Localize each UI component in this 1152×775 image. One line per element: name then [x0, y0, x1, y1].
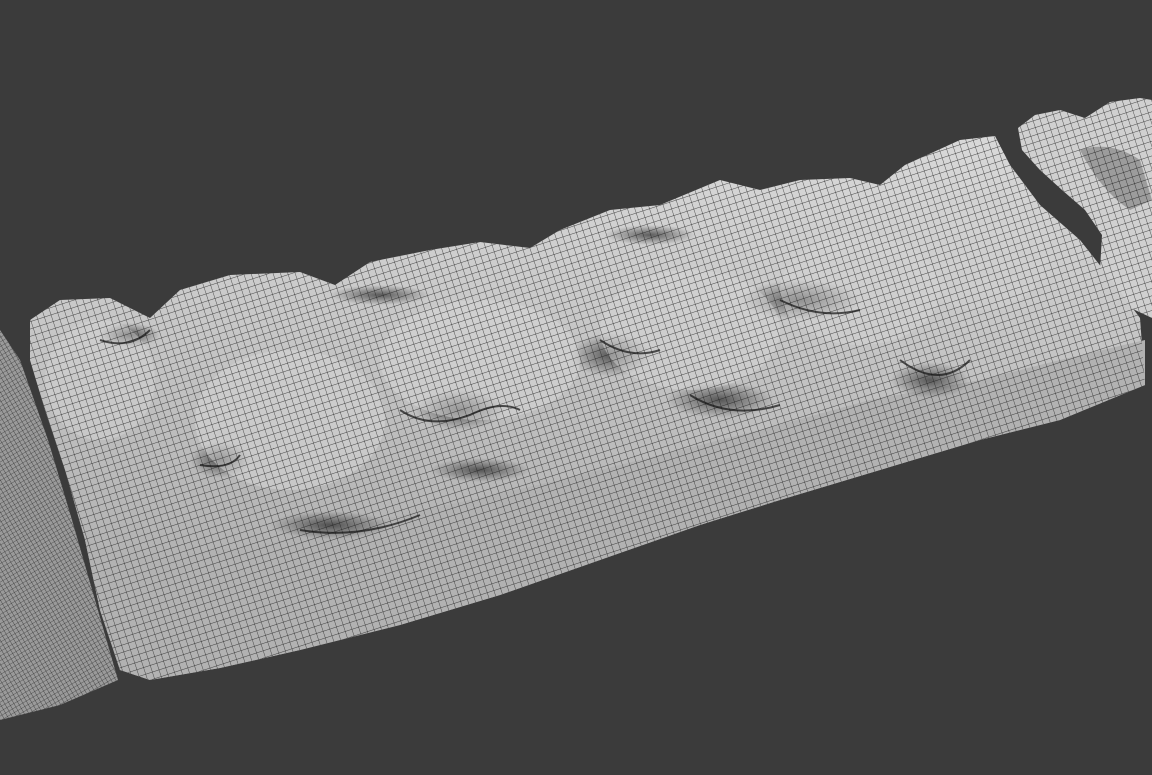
3d-viewport[interactable] [0, 0, 1152, 775]
viewport-scene[interactable] [0, 0, 1152, 775]
center-rock-scan-strip[interactable] [30, 136, 1145, 680]
